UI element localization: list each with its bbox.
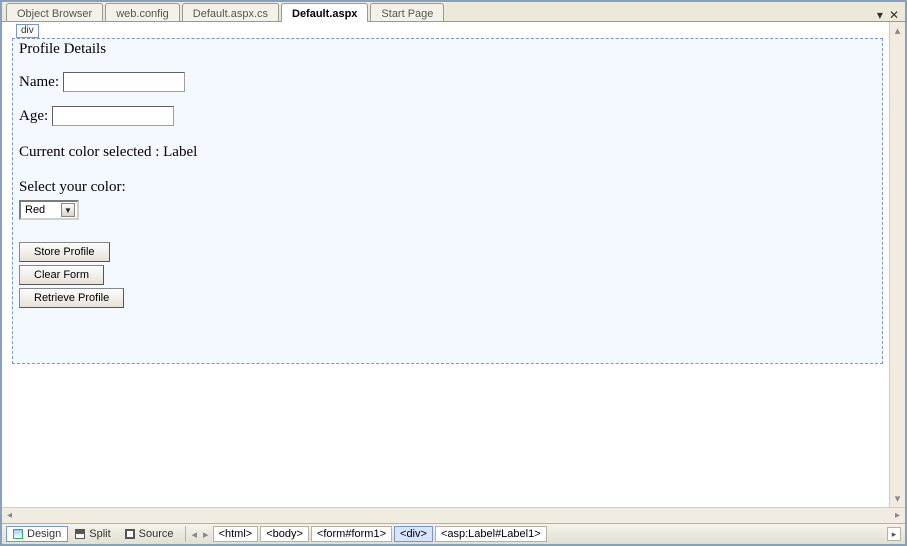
age-label: Age:	[19, 108, 48, 125]
breadcrumb-div[interactable]: <div>	[394, 526, 433, 542]
tab-label: Start Page	[381, 8, 433, 20]
breadcrumb-label: <body>	[266, 528, 303, 540]
designer-canvas-wrap: div Profile Details Name: Age:	[2, 22, 905, 507]
breadcrumb-next-icon[interactable]: ▸	[201, 528, 211, 541]
chevron-down-icon[interactable]: ▼	[61, 203, 75, 217]
breadcrumb-label: <div>	[400, 528, 427, 540]
tab-default-aspx-cs[interactable]: Default.aspx.cs	[182, 3, 279, 21]
select-color-label: Select your color:	[19, 179, 876, 196]
scroll-down-icon[interactable]: ▾	[895, 492, 901, 505]
scroll-right-icon[interactable]: ▸	[892, 510, 903, 521]
breadcrumb-html[interactable]: <html>	[213, 526, 259, 542]
tag-handle-label: div	[21, 25, 34, 36]
breadcrumb-label: <html>	[219, 528, 253, 540]
current-color-prefix: Current color selected :	[19, 144, 163, 160]
breadcrumb-nav-arrows: ◂ ▸	[190, 528, 211, 541]
color-dropdown[interactable]: Red ▼	[19, 200, 79, 220]
view-source-button[interactable]: Source	[118, 526, 181, 542]
view-footer-bar: Design Split Source ◂ ▸ <html> <body> <f…	[2, 523, 905, 544]
scroll-up-icon[interactable]: ▴	[895, 24, 901, 37]
designer-canvas[interactable]: div Profile Details Name: Age:	[2, 22, 889, 507]
view-design-button[interactable]: Design	[6, 526, 68, 542]
breadcrumb-form[interactable]: <form#form1>	[311, 526, 392, 542]
tab-default-aspx[interactable]: Default.aspx	[281, 3, 368, 22]
current-color-line: Current color selected : Label	[19, 144, 876, 161]
tab-label: Default.aspx	[292, 8, 357, 20]
name-label: Name:	[19, 74, 59, 91]
tab-label: Default.aspx.cs	[193, 8, 268, 20]
design-view-icon	[13, 529, 23, 539]
button-label: Store Profile	[34, 246, 95, 258]
dropdown-value: Red	[25, 204, 45, 216]
button-label: Clear Form	[34, 269, 89, 281]
close-icon[interactable]: ✕	[889, 9, 899, 21]
view-split-button[interactable]: Split	[68, 526, 117, 542]
scroll-left-icon[interactable]: ◂	[4, 510, 15, 521]
breadcrumb-prev-icon[interactable]: ◂	[190, 528, 200, 541]
view-label: Design	[27, 528, 61, 540]
tab-web-config[interactable]: web.config	[105, 3, 180, 21]
document-tabstrip: Object Browser web.config Default.aspx.c…	[2, 2, 905, 22]
view-label: Split	[89, 528, 110, 540]
view-label: Source	[139, 528, 174, 540]
tab-label: Object Browser	[17, 8, 92, 20]
element-tag-handle[interactable]: div	[16, 24, 39, 38]
current-color-value: Label	[163, 144, 197, 160]
clear-form-button[interactable]: Clear Form	[19, 265, 104, 285]
editor-pane: Object Browser web.config Default.aspx.c…	[0, 0, 907, 546]
tab-label: web.config	[116, 8, 169, 20]
breadcrumb-body[interactable]: <body>	[260, 526, 309, 542]
name-input[interactable]	[63, 72, 185, 92]
separator	[185, 526, 186, 542]
store-profile-button[interactable]: Store Profile	[19, 242, 110, 262]
breadcrumb-label: <asp:Label#Label1>	[441, 528, 541, 540]
horizontal-scrollbar[interactable]: ◂ ▸	[2, 507, 905, 523]
retrieve-profile-button[interactable]: Retrieve Profile	[19, 288, 124, 308]
breadcrumb-label: <form#form1>	[317, 528, 386, 540]
source-view-icon	[125, 529, 135, 539]
selected-div-panel[interactable]: Profile Details Name: Age: Current color…	[12, 38, 883, 364]
age-input[interactable]	[52, 106, 174, 126]
window-position-icon[interactable]: ▾	[877, 9, 883, 21]
breadcrumb-overflow-icon[interactable]: ▸	[887, 527, 901, 541]
button-label: Retrieve Profile	[34, 292, 109, 304]
split-view-icon	[75, 529, 85, 539]
tab-object-browser[interactable]: Object Browser	[6, 3, 103, 21]
panel-heading: Profile Details	[19, 41, 876, 58]
vertical-scrollbar[interactable]: ▴ ▾	[889, 22, 905, 507]
tab-start-page[interactable]: Start Page	[370, 3, 444, 21]
breadcrumb-label1[interactable]: <asp:Label#Label1>	[435, 526, 547, 542]
